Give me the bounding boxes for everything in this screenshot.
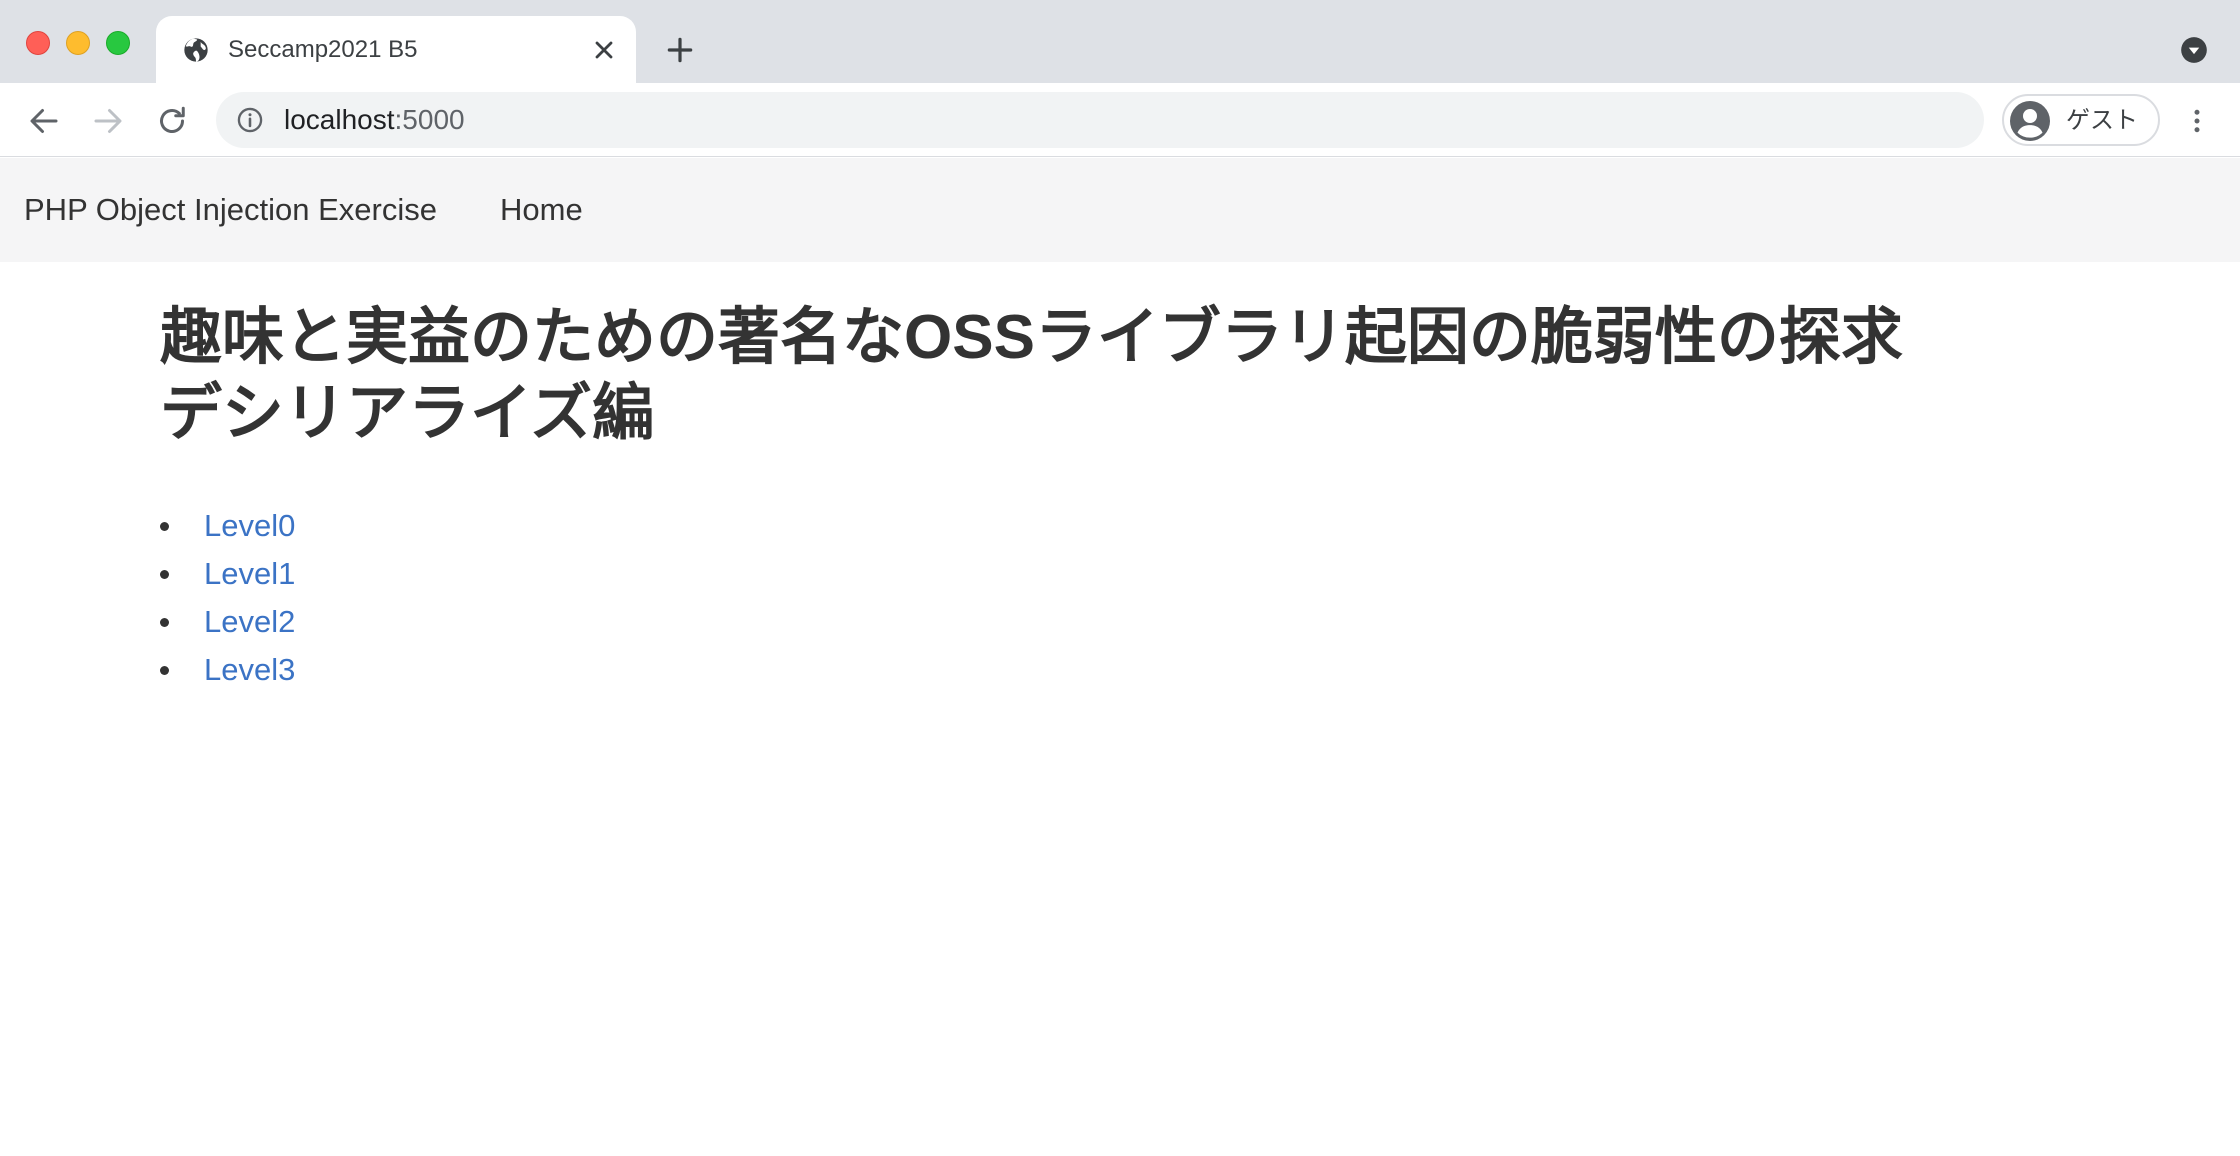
tab-search-dropdown-icon[interactable] [2180, 36, 2208, 64]
site-navbar: PHP Object Injection Exercise Home [0, 158, 2240, 262]
page-title: 趣味と実益のための著名なOSSライブラリ起因の脆弱性の探求 デシリアライズ編 [160, 300, 2060, 452]
avatar-icon [2010, 101, 2050, 141]
window-minimize-button[interactable] [66, 31, 90, 55]
address-bar[interactable]: localhost:5000 [216, 92, 1984, 148]
browser-toolbar: localhost:5000 ゲスト [0, 83, 2240, 157]
tab-close-icon[interactable] [590, 36, 618, 64]
address-url[interactable]: localhost:5000 [284, 104, 465, 136]
window-maximize-button[interactable] [106, 31, 130, 55]
level0-link[interactable]: Level0 [204, 508, 295, 543]
list-item: Level2 [160, 598, 2060, 646]
browser-tab-active[interactable]: Seccamp2021 B5 [156, 16, 636, 83]
new-tab-icon[interactable] [664, 34, 696, 66]
level1-link[interactable]: Level1 [204, 556, 295, 591]
profile-button[interactable]: ゲスト [2002, 94, 2160, 146]
page-title-line-2: デシリアライズ編 [160, 379, 655, 448]
main-content: 趣味と実益のための著名なOSSライブラリ起因の脆弱性の探求 デシリアライズ編 L… [160, 300, 2060, 694]
level2-link[interactable]: Level2 [204, 604, 295, 639]
list-item: Level0 [160, 502, 2060, 550]
page-title-line-1: 趣味と実益のための著名なOSSライブラリ起因の脆弱性の探求 [160, 303, 1903, 372]
bullet-icon [160, 570, 169, 579]
list-item: Level3 [160, 646, 2060, 694]
site-info-icon[interactable] [236, 106, 264, 134]
tab-title: Seccamp2021 B5 [228, 36, 418, 63]
more-menu-icon[interactable] [2182, 105, 2212, 137]
back-arrow-icon[interactable] [26, 103, 62, 139]
level3-link[interactable]: Level3 [204, 652, 295, 687]
globe-icon [184, 38, 208, 62]
bullet-icon [160, 618, 169, 627]
address-port: :5000 [394, 104, 465, 135]
forward-arrow-icon[interactable] [90, 103, 126, 139]
browser-tab-strip: Seccamp2021 B5 [0, 0, 2240, 83]
bullet-icon [160, 522, 169, 531]
list-item: Level1 [160, 550, 2060, 598]
profile-label: ゲスト [2066, 107, 2138, 134]
window-close-button[interactable] [26, 31, 50, 55]
navbar-brand-link[interactable]: PHP Object Injection Exercise [24, 192, 437, 228]
reload-icon[interactable] [154, 103, 190, 139]
navbar-home-link[interactable]: Home [500, 192, 583, 228]
address-host: localhost [284, 104, 395, 135]
level-list: Level0 Level1 Level2 Level3 [160, 502, 2060, 694]
bullet-icon [160, 666, 169, 675]
